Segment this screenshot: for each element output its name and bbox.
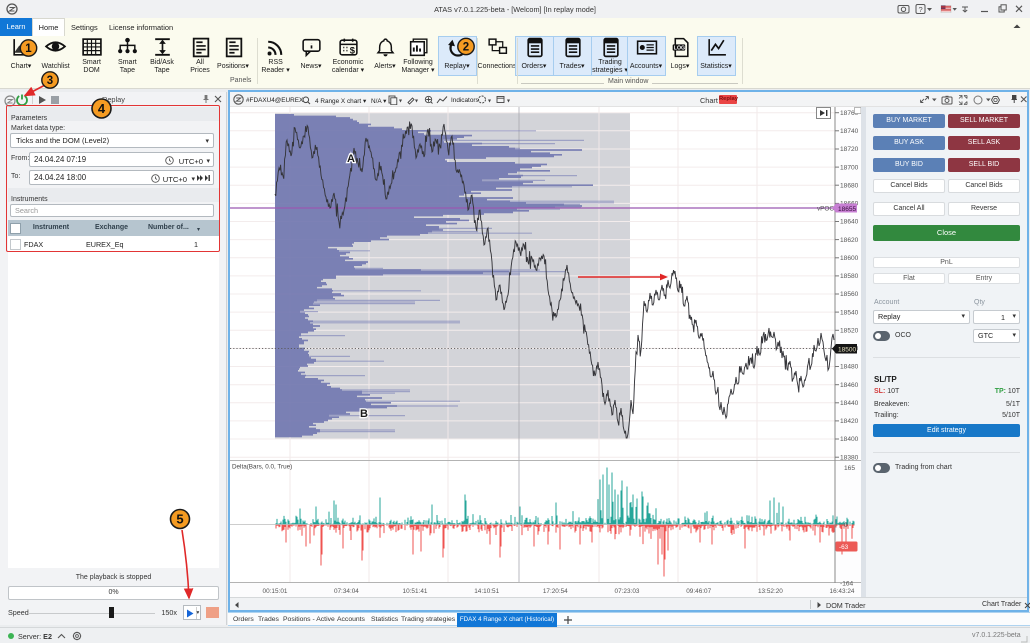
svg-text:09:46:07: 09:46:07 xyxy=(686,588,711,595)
svg-text:18655: 18655 xyxy=(838,206,856,213)
svg-text:Delta(Bars, 0.0, True): Delta(Bars, 0.0, True) xyxy=(232,464,292,471)
svg-text:18720: 18720 xyxy=(840,146,859,153)
svg-text:07:23:03: 07:23:03 xyxy=(615,588,640,595)
svg-text:B: B xyxy=(360,408,368,420)
svg-text:18460: 18460 xyxy=(840,382,859,389)
svg-text:18420: 18420 xyxy=(840,418,859,425)
svg-text:18740: 18740 xyxy=(840,128,859,135)
svg-text:▾: ▾ xyxy=(488,99,491,105)
svg-text:18680: 18680 xyxy=(840,182,859,189)
svg-text:18620: 18620 xyxy=(840,237,859,244)
svg-text:10:51:41: 10:51:41 xyxy=(403,588,428,595)
svg-text:18580: 18580 xyxy=(840,273,859,280)
svg-text:18560: 18560 xyxy=(840,291,859,298)
svg-text:18700: 18700 xyxy=(840,164,859,171)
svg-text:vPOC: vPOC xyxy=(817,206,834,213)
svg-text:16:43:24: 16:43:24 xyxy=(830,588,855,595)
svg-text:14:10:51: 14:10:51 xyxy=(474,588,499,595)
svg-text:18380: 18380 xyxy=(840,454,859,461)
svg-text:18400: 18400 xyxy=(840,436,859,443)
svg-text:-63: -63 xyxy=(839,544,849,551)
svg-text:07:34:04: 07:34:04 xyxy=(334,588,359,595)
svg-text:0: 0 xyxy=(844,522,848,529)
svg-text:18540: 18540 xyxy=(840,309,859,316)
svg-text:$: $ xyxy=(349,44,355,55)
svg-text:▾: ▾ xyxy=(415,99,418,105)
svg-text:18480: 18480 xyxy=(840,364,859,371)
svg-text:18500: 18500 xyxy=(838,347,856,354)
svg-text:?: ? xyxy=(919,5,923,14)
svg-text:13:52:20: 13:52:20 xyxy=(758,588,783,595)
svg-text:18640: 18640 xyxy=(840,219,859,226)
svg-text:18440: 18440 xyxy=(840,400,859,407)
svg-text:165: 165 xyxy=(844,465,855,472)
svg-text:LOG: LOG xyxy=(673,45,684,51)
svg-text:18600: 18600 xyxy=(840,255,859,262)
svg-text:17:20:54: 17:20:54 xyxy=(543,588,568,595)
svg-text:A: A xyxy=(347,153,355,165)
svg-text:00:15:01: 00:15:01 xyxy=(263,588,288,595)
svg-text:▾: ▾ xyxy=(507,99,510,105)
svg-text:18520: 18520 xyxy=(840,328,859,335)
svg-text:-164: -164 xyxy=(840,581,854,588)
svg-text:▾: ▾ xyxy=(399,99,402,105)
